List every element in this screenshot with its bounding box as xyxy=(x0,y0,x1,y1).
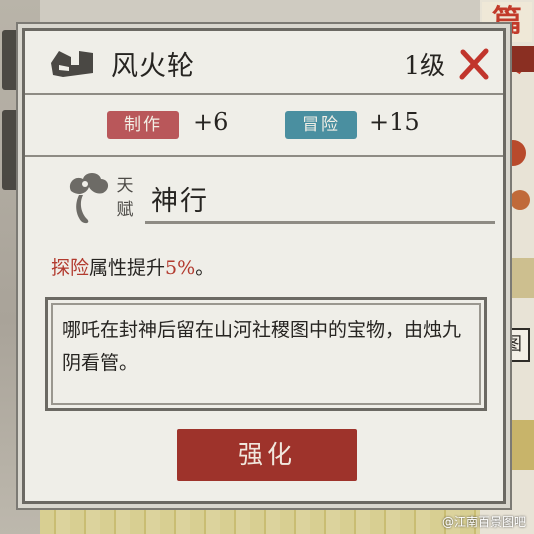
talent-name: 神行 xyxy=(151,186,209,217)
upgrade-button[interactable]: 强化 xyxy=(177,429,357,481)
description-box: 哪吒在封神后留在山河社稷图中的宝物，由烛九阴看管。 xyxy=(45,297,487,411)
effect-keyword: 探险 xyxy=(51,257,90,279)
stats-row: 制作 +6 冒险 +15 xyxy=(25,93,503,157)
talent-label: 天赋 xyxy=(116,176,134,220)
divider xyxy=(145,221,495,224)
adventure-stat-badge: 冒险 xyxy=(285,111,357,139)
dialog-header: 风火轮 1级 xyxy=(25,31,503,95)
effect-suffix: 。 xyxy=(195,257,215,279)
item-name: 风火轮 xyxy=(111,51,195,82)
adventure-stat-value: +15 xyxy=(369,108,420,136)
craft-stat-value: +6 xyxy=(193,108,229,136)
effect-text: 属性提升 xyxy=(89,257,166,279)
close-icon[interactable] xyxy=(457,47,491,81)
item-description: 哪吒在封神后留在山河社稷图中的宝物，由烛九阴看管。 xyxy=(62,319,462,374)
wind-fire-wheel-icon xyxy=(51,51,93,77)
craft-stat-badge: 制作 xyxy=(107,111,179,139)
background-ornament xyxy=(510,190,530,210)
watermark: @江南百景图吧 xyxy=(441,515,526,529)
cloud-icon xyxy=(69,173,109,224)
talent-effect: 探险属性提升5%。 xyxy=(51,253,214,280)
item-detail-dialog: 风火轮 1级 制作 +6 冒险 +15 天赋 神行 探险属性提升5%。 哪吒在封… xyxy=(22,28,506,504)
item-level: 1级 xyxy=(404,51,445,80)
effect-value: 5% xyxy=(165,257,196,279)
